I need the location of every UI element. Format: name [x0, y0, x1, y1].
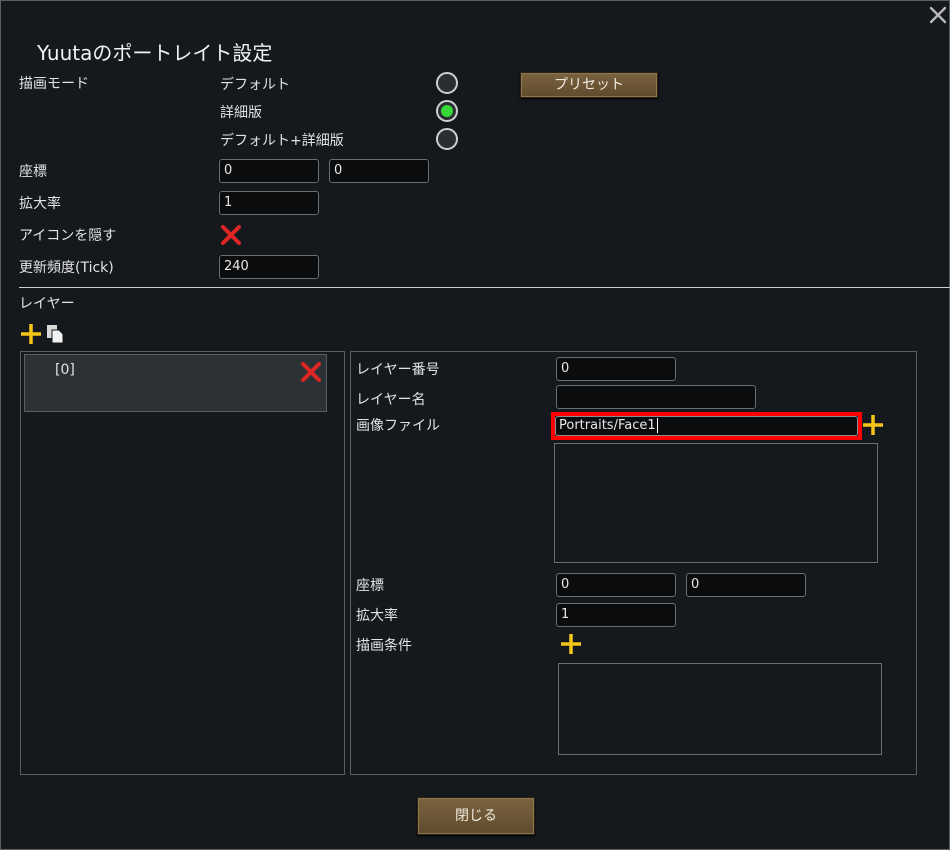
layer-name-input[interactable]	[556, 385, 756, 409]
copy-icon[interactable]	[45, 324, 65, 344]
red-x-icon[interactable]	[220, 224, 242, 246]
add-image-file-icon[interactable]	[861, 413, 885, 437]
dialog-title: Yuutaのポートレイト設定	[37, 41, 273, 65]
section-divider	[19, 287, 950, 288]
scale-label: 拡大率	[19, 196, 61, 212]
layer-coords-label: 座標	[356, 578, 384, 594]
layer-number-input[interactable]: 0	[556, 357, 676, 381]
draw-condition-list	[558, 663, 882, 755]
draw-condition-label: 描画条件	[356, 638, 412, 654]
update-frequency-label: 更新頻度(Tick)	[19, 260, 114, 276]
render-mode-radio-default[interactable]	[436, 72, 458, 94]
image-file-label: 画像ファイル	[356, 418, 440, 434]
plus-icon[interactable]	[19, 322, 43, 346]
layer-coord-y-input[interactable]: 0	[686, 573, 806, 597]
close-button[interactable]: 閉じる	[417, 797, 535, 835]
preset-button[interactable]: プリセット	[520, 72, 658, 98]
coord-x-input[interactable]: 0	[219, 159, 319, 183]
radio-selected-dot	[441, 105, 453, 117]
image-preview-area	[554, 443, 878, 563]
hide-icon-label: アイコンを隠す	[19, 228, 117, 244]
delete-layer-icon[interactable]	[300, 361, 322, 383]
layer-name-label: レイヤー名	[356, 392, 426, 408]
render-mode-radio-detailed[interactable]	[436, 100, 458, 122]
image-file-value: Portraits/Face1	[559, 418, 656, 433]
layer-scale-label: 拡大率	[356, 608, 398, 624]
render-mode-radio-both[interactable]	[436, 128, 458, 150]
layer-item-label: [0]	[55, 362, 75, 378]
coord-y-input[interactable]: 0	[329, 159, 429, 183]
render-mode-option-both-label: デフォルト+詳細版	[220, 133, 344, 149]
update-frequency-input[interactable]: 240	[219, 255, 319, 279]
add-condition-icon[interactable]	[559, 632, 583, 656]
portrait-settings-dialog: Yuutaのポートレイト設定 描画モード デフォルト 詳細版 デフォルト+詳細版…	[0, 0, 950, 850]
layer-list-panel: [0]	[20, 351, 345, 775]
scale-input[interactable]: 1	[219, 191, 319, 215]
close-icon[interactable]	[928, 5, 948, 25]
render-mode-label: 描画モード	[19, 76, 89, 92]
image-file-input[interactable]: Portraits/Face1	[555, 416, 858, 436]
layer-scale-input[interactable]: 1	[556, 603, 676, 627]
layers-label: レイヤー	[19, 296, 75, 312]
coords-label: 座標	[19, 164, 47, 180]
layer-coord-x-input[interactable]: 0	[556, 573, 676, 597]
render-mode-option-default-label: デフォルト	[220, 77, 290, 93]
layer-list-item[interactable]: [0]	[24, 354, 327, 412]
text-cursor	[656, 418, 658, 433]
layer-number-label: レイヤー番号	[356, 362, 440, 378]
render-mode-option-detailed-label: 詳細版	[220, 105, 262, 121]
